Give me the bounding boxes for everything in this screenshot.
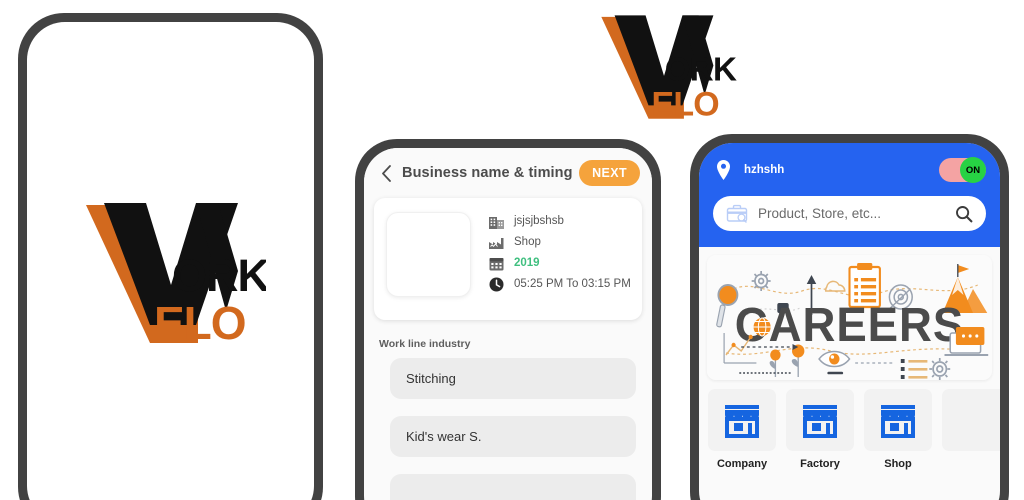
category-label: Factory	[800, 458, 840, 470]
storefront-icon	[942, 389, 1000, 451]
industry-list: Stitching Kid's wear S.	[364, 358, 652, 500]
established-year-row: 2019	[488, 253, 631, 273]
category-label: Company	[716, 458, 768, 470]
business-timing-value: 05:25 PM To 03:15 PM	[514, 278, 631, 290]
category-shop[interactable]: Shop	[864, 389, 932, 470]
category-row: Company Factory Shop	[699, 380, 1000, 470]
search-placeholder: Product, Store, etc...	[758, 206, 882, 221]
workvelo-logo-splash: ORK ELO	[76, 193, 266, 353]
business-image-placeholder[interactable]	[386, 212, 471, 297]
list-item[interactable]	[390, 474, 636, 500]
established-year-value: 2019	[514, 257, 540, 269]
phone-left-splash: ORK ELO	[18, 13, 323, 500]
careers-banner-art: CAREERS	[707, 255, 992, 380]
phone-middle-business-form: Business name & timing NEXT jsjsjbshsb S…	[355, 139, 661, 500]
category-partial[interactable]	[942, 389, 1000, 470]
chevron-left-icon[interactable]	[376, 163, 396, 183]
app-bar: Business name & timing NEXT	[364, 148, 652, 194]
location-pin-icon[interactable]	[715, 159, 732, 181]
location-row: hzhshh ON	[713, 157, 986, 183]
workvelo-logo-center: ORK ELO	[584, 8, 744, 126]
business-summary-card: jsjsjbshsb Shop 2019 05:25 PM To 03:15 P…	[374, 198, 642, 320]
clock-icon	[488, 276, 505, 293]
next-button[interactable]: NEXT	[579, 160, 640, 186]
search-icon[interactable]	[955, 205, 973, 223]
factory-icon	[488, 234, 505, 251]
list-item[interactable]: Stitching	[390, 358, 636, 399]
svg-text:ELO: ELO	[154, 297, 246, 349]
category-factory[interactable]: Factory	[786, 389, 854, 470]
business-name-row: jsjsjbshsb	[488, 211, 631, 231]
svg-text:ORK: ORK	[172, 250, 266, 301]
work-line-industry-label: Work line industry	[379, 338, 471, 350]
home-header: hzhshh ON Product, Store, etc...	[699, 143, 1000, 247]
business-details: jsjsjbshsb Shop 2019 05:25 PM To 03:15 P…	[488, 210, 631, 308]
calendar-icon	[488, 255, 505, 272]
availability-toggle[interactable]: ON	[939, 157, 986, 183]
building-icon	[488, 213, 505, 230]
svg-text:ORK: ORK	[665, 51, 737, 88]
logo-svg: ORK ELO	[85, 203, 266, 349]
phone-right-home: hzhshh ON Product, Store, etc... CAREERS…	[690, 134, 1009, 500]
business-type-value: Shop	[514, 236, 541, 248]
careers-banner[interactable]: CAREERS	[707, 255, 992, 380]
screenshot-root: ORK ELO ORK ELO Business name & timing N…	[0, 0, 1024, 500]
location-name[interactable]: hzhshh	[744, 164, 939, 176]
storefront-icon	[864, 389, 932, 451]
business-form-screen: Business name & timing NEXT jsjsjbshsb S…	[364, 148, 652, 500]
list-item[interactable]: Kid's wear S.	[390, 416, 636, 457]
logo-center-svg: ORK ELO	[601, 15, 738, 124]
careers-banner-wrap: CAREERS	[699, 247, 1000, 380]
category-company[interactable]: Company	[708, 389, 776, 470]
svg-text:ELO: ELO	[651, 86, 719, 124]
page-title: Business name & timing	[402, 165, 573, 181]
splash-screen: ORK ELO	[27, 22, 314, 500]
business-type-row: Shop	[488, 232, 631, 252]
business-name-value: jsjsjbshsb	[514, 215, 564, 227]
toggle-state-label: ON	[960, 157, 986, 183]
storefront-icon	[786, 389, 854, 451]
briefcase-icon	[726, 204, 748, 223]
business-timing-row: 05:25 PM To 03:15 PM	[488, 274, 631, 294]
search-bar[interactable]: Product, Store, etc...	[713, 196, 986, 231]
home-screen: hzhshh ON Product, Store, etc... CAREERS…	[699, 143, 1000, 500]
storefront-icon	[708, 389, 776, 451]
category-label: Shop	[884, 458, 912, 470]
